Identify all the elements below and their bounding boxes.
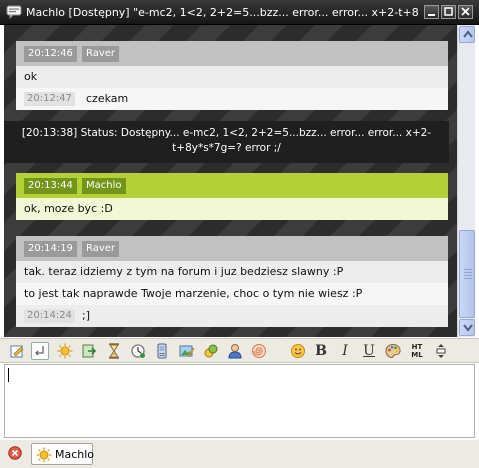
html-mode-button[interactable]: HT ML [408, 342, 426, 360]
contact-info-button[interactable] [226, 342, 244, 360]
followup-text: czekam [86, 92, 129, 105]
message-text: ok, moze byc :D [16, 198, 448, 220]
message-text: to jest tak naprawde Twoje marzenie, cho… [16, 283, 448, 305]
clock-refresh-icon [131, 344, 145, 358]
close-tab-button[interactable] [8, 446, 22, 463]
send-file-icon [82, 344, 97, 358]
scroll-thumb[interactable] [459, 230, 475, 318]
message-time: 20:14:19 [24, 241, 77, 257]
maximize-button[interactable] [441, 5, 456, 19]
message-author: Machlo [82, 178, 126, 194]
chat-app-icon [6, 5, 22, 22]
title-bar[interactable]: Machlo [Dostępny] "e-mc2, 1<2, 2+2=5...b… [0, 0, 479, 25]
window-title: Machlo [Dostępny] "e-mc2, 1<2, 2+2=5...b… [26, 6, 418, 19]
phone-button[interactable] [153, 342, 171, 360]
message-block: 20:12:46 Raver ok 20:12:47 czekam [16, 41, 448, 110]
status-change-notice: [20:13:38] Status: Dostępny... e-mc2, 1<… [4, 121, 449, 163]
conversation-tab-bar: Machlo [0, 440, 479, 468]
attachment-button[interactable] [202, 342, 220, 360]
tab-label: Machlo [55, 448, 95, 461]
italic-button[interactable]: I [336, 342, 354, 360]
html-label-top: HT [411, 343, 423, 351]
chat-scrollbar[interactable] [457, 25, 475, 337]
status-line-1: [20:13:38] Status: Dostępny... e-mc2, 1<… [21, 127, 432, 139]
message-time: 20:13:44 [24, 178, 77, 194]
send-mode-button[interactable] [31, 342, 49, 360]
notepad-pencil-icon [10, 345, 24, 358]
chat-history[interactable]: 20:12:46 Raver ok 20:12:47 czekam [20:13… [4, 25, 457, 337]
tab-conversation[interactable]: Machlo [31, 443, 95, 465]
message-text: tak. teraz idziemy z tym na forum i juz … [16, 261, 448, 283]
underline-button[interactable]: U [360, 342, 378, 360]
minimize-button[interactable] [424, 5, 439, 19]
mobile-phone-icon [157, 343, 167, 359]
emoticon-button[interactable] [289, 342, 307, 360]
spiral-icon [252, 344, 266, 358]
bold-button[interactable]: B [312, 342, 330, 360]
palette-icon [385, 343, 401, 359]
message-block: 20:14:19 Raver tak. teraz idziemy z tym … [16, 236, 448, 327]
send-file-button[interactable] [80, 342, 98, 360]
coins-icon [204, 344, 218, 358]
clock-button[interactable] [129, 342, 147, 360]
text-caret [8, 368, 9, 382]
followup-time: 20:14:24 [24, 309, 75, 323]
status-line-2: t+8y*s*7g=? error ;/ [172, 142, 281, 154]
followup-time: 20:12:47 [24, 92, 75, 106]
picture-pencil-icon [179, 345, 195, 358]
message-header: 20:13:44 Machlo [16, 173, 448, 198]
history-button[interactable] [105, 342, 123, 360]
message-header: 20:12:46 Raver [16, 41, 448, 66]
return-key-icon [35, 346, 44, 356]
message-followup: 20:12:47 czekam [16, 88, 448, 110]
message-time: 20:12:46 [24, 46, 77, 62]
message-text: ok [16, 66, 448, 88]
font-size-button[interactable] [432, 342, 450, 360]
resize-arrows-icon [436, 344, 446, 358]
message-toolbar: B I U HT ML [0, 338, 479, 363]
image-button[interactable] [178, 342, 196, 360]
scroll-up-button[interactable] [459, 26, 475, 43]
hourglass-icon [109, 343, 119, 359]
message-author: Raver [82, 241, 120, 257]
message-author: Raver [82, 46, 120, 62]
sun-status-icon [36, 447, 52, 463]
color-button[interactable] [384, 342, 402, 360]
game-button[interactable] [250, 342, 268, 360]
followup-text: ;] [82, 309, 90, 322]
close-button[interactable] [458, 5, 473, 19]
user-icon [228, 344, 242, 359]
message-input[interactable] [4, 364, 475, 438]
html-label-bottom: ML [411, 351, 423, 359]
status-sun-button[interactable] [56, 342, 74, 360]
message-header: 20:14:19 Raver [16, 236, 448, 261]
edit-note-button[interactable] [8, 342, 26, 360]
sun-icon [57, 343, 73, 359]
close-circle-icon [8, 446, 22, 460]
smiley-icon [291, 344, 305, 358]
scroll-down-button[interactable] [459, 319, 475, 336]
message-block-own: 20:13:44 Machlo ok, moze byc :D [16, 173, 448, 220]
message-followup: 20:14:24 ;] [16, 305, 448, 327]
